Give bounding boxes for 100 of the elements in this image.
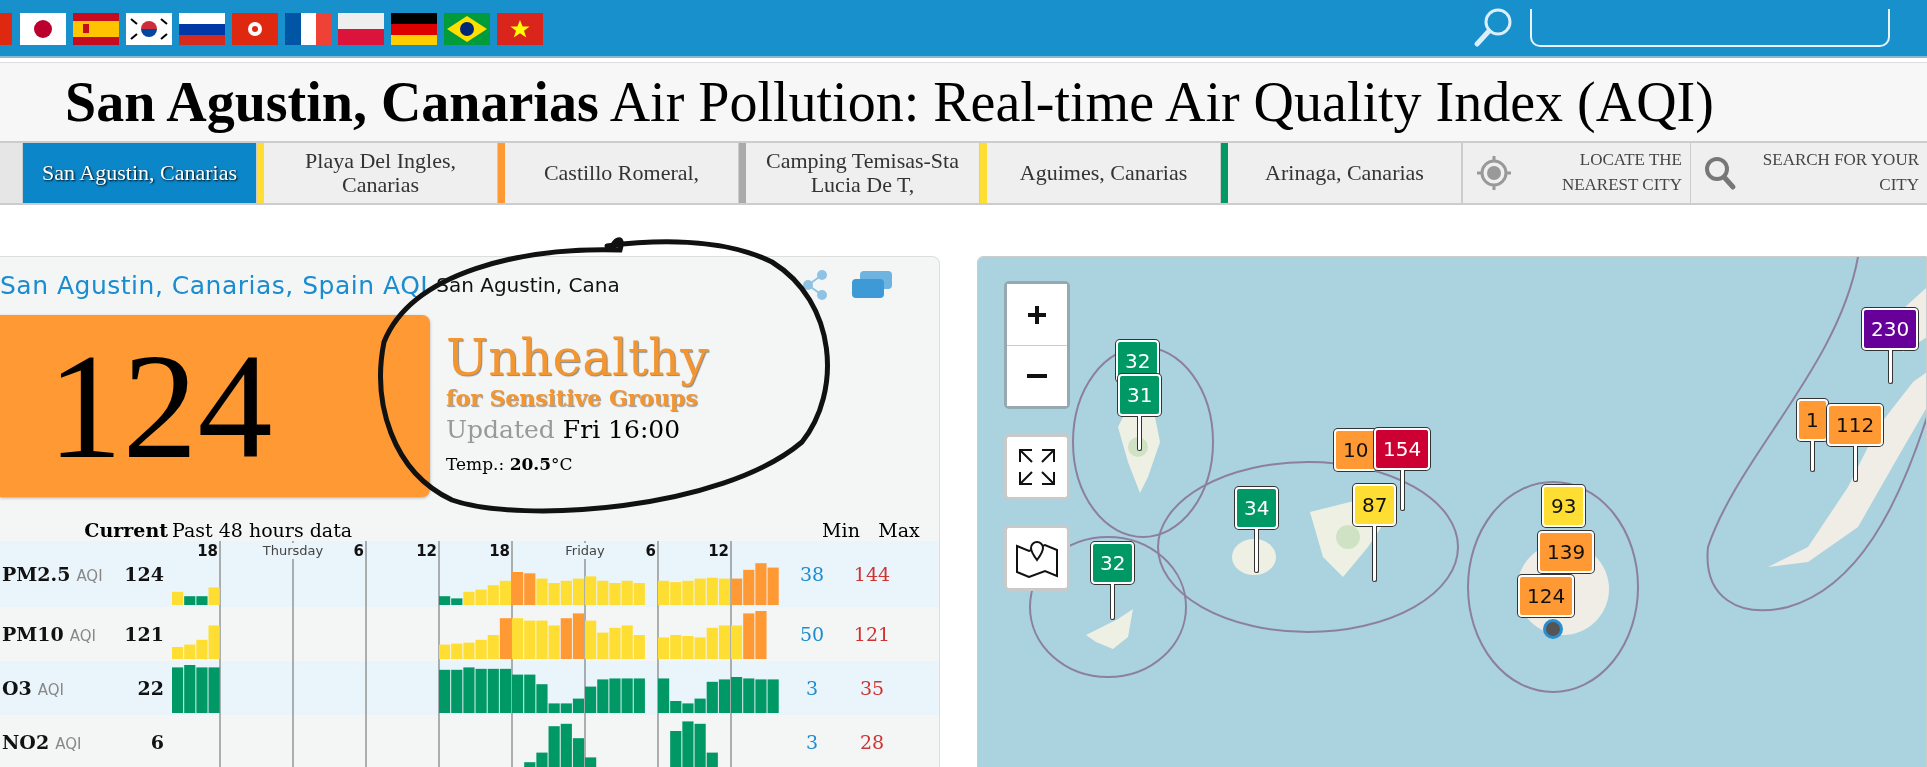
aqi-marker[interactable]: 154 bbox=[1374, 428, 1431, 470]
chart-bar bbox=[743, 613, 755, 659]
flag-icon[interactable] bbox=[20, 13, 66, 45]
chart-bar bbox=[706, 577, 718, 605]
pollutant-name[interactable]: O3 bbox=[2, 677, 32, 699]
city-tab[interactable]: San Agustin, Canarias bbox=[23, 143, 257, 203]
map-layers-button[interactable] bbox=[1004, 525, 1070, 591]
city-tab[interactable]: Camping Temisas-Sta Lucia De T, bbox=[739, 143, 980, 203]
map-pin-icon bbox=[1015, 538, 1059, 578]
aqi-marker[interactable]: 87 bbox=[1353, 484, 1397, 526]
min-value: 50 bbox=[798, 623, 826, 645]
search-icon bbox=[1703, 155, 1737, 191]
minus-icon bbox=[1027, 374, 1047, 378]
marker-pin bbox=[1110, 584, 1116, 620]
chart-bar bbox=[451, 669, 463, 713]
chart-bar bbox=[682, 721, 694, 767]
marker-pin bbox=[1137, 416, 1143, 451]
chart-bar bbox=[451, 643, 463, 659]
aqi-marker[interactable]: 34 bbox=[1235, 487, 1279, 529]
city-tab[interactable]: Aguimes, Canarias bbox=[980, 143, 1221, 203]
chart-bar bbox=[524, 674, 536, 713]
chart-bar bbox=[512, 674, 524, 713]
chart-bar bbox=[172, 647, 184, 659]
min-value: 38 bbox=[798, 563, 826, 585]
aqi-marker[interactable]: 93 bbox=[1542, 485, 1586, 527]
flag-icon[interactable] bbox=[444, 13, 490, 45]
aqi-marker[interactable]: 124 bbox=[1518, 575, 1575, 617]
tick-label: 12 bbox=[708, 543, 729, 559]
pollutant-name[interactable]: PM10 bbox=[2, 623, 64, 645]
chart-bar bbox=[475, 639, 487, 659]
chart-bar bbox=[475, 589, 487, 605]
chart-bar bbox=[609, 583, 621, 605]
chart-bar bbox=[524, 573, 536, 605]
chart-bar bbox=[718, 578, 731, 605]
chart-bar bbox=[718, 679, 731, 713]
aqi-marker[interactable]: 32 bbox=[1091, 542, 1135, 584]
min-value: 3 bbox=[804, 677, 820, 699]
chart-bar bbox=[463, 667, 475, 713]
share-icon[interactable] bbox=[800, 268, 830, 302]
search-field[interactable] bbox=[1530, 9, 1890, 47]
flag-icon[interactable] bbox=[179, 13, 225, 45]
chart-bar bbox=[184, 644, 196, 659]
chart-bar bbox=[767, 679, 779, 713]
marker-pin bbox=[1852, 446, 1858, 482]
chart-bar bbox=[439, 644, 451, 659]
fullscreen-button[interactable] bbox=[1004, 434, 1070, 500]
chart-bar bbox=[658, 637, 670, 659]
nav-action[interactable]: LOCATE THE NEAREST CITY bbox=[1462, 143, 1690, 203]
temperature-text: Temp.: 20.5°C bbox=[446, 454, 574, 474]
pollutant-name[interactable]: PM2.5 bbox=[2, 563, 71, 585]
column-header: Current bbox=[83, 519, 169, 541]
nav-action[interactable]: SEARCH FOR YOUR CITY bbox=[1690, 143, 1927, 203]
tick-label: 6 bbox=[645, 543, 656, 559]
chart-bar bbox=[560, 580, 572, 605]
chart-bar bbox=[670, 582, 682, 605]
current-value: 22 bbox=[137, 677, 165, 699]
page-title: San Agustin, Canarias Air Pollution: Real-time Air Quality Index (AQI) bbox=[65, 71, 1714, 133]
updated-time: Fri 16:00 bbox=[562, 415, 681, 444]
aqi-marker[interactable]: 112 bbox=[1827, 404, 1884, 446]
flag-icon[interactable] bbox=[285, 13, 331, 45]
chart-bar bbox=[718, 625, 731, 659]
chart-bar bbox=[621, 678, 633, 713]
flag-icon[interactable] bbox=[126, 13, 172, 45]
chart-bar bbox=[731, 625, 743, 659]
unit-label: AQI bbox=[37, 681, 64, 699]
aqi-marker[interactable]: 139 bbox=[1538, 531, 1595, 573]
pollutant-name[interactable]: NO2 bbox=[2, 731, 50, 753]
chart-bar bbox=[548, 625, 560, 659]
max-value: 121 bbox=[852, 623, 892, 645]
marker-pin bbox=[1399, 470, 1405, 511]
aqi-marker[interactable]: 230 bbox=[1862, 308, 1919, 350]
current-value: 6 bbox=[150, 731, 165, 753]
chart-bar bbox=[208, 667, 220, 713]
city-tab[interactable]: Playa Del Ingles, Canarias bbox=[257, 143, 498, 203]
chart-bar bbox=[682, 580, 694, 605]
zoom-out-button[interactable] bbox=[1007, 345, 1067, 406]
max-value: 28 bbox=[858, 731, 886, 753]
aqi-marker[interactable]: 1 bbox=[1797, 399, 1828, 441]
chart-bar bbox=[572, 578, 585, 605]
chart-bar bbox=[755, 563, 767, 605]
city-tab[interactable]: Arinaga, Canarias bbox=[1221, 143, 1462, 203]
chart-bar bbox=[172, 667, 184, 713]
chart-bar bbox=[609, 678, 621, 713]
marker-pin bbox=[1372, 526, 1378, 582]
chart-bar bbox=[572, 613, 585, 659]
chart-bar bbox=[633, 635, 645, 659]
target-icon bbox=[1475, 154, 1513, 192]
max-value: 144 bbox=[852, 563, 892, 585]
city-tab[interactable]: Castillo Romeral, bbox=[498, 143, 739, 203]
marker-pin bbox=[1809, 441, 1815, 472]
chat-icon[interactable] bbox=[850, 270, 894, 300]
chart-bar bbox=[670, 635, 682, 659]
aqi-marker[interactable]: 31 bbox=[1118, 374, 1162, 416]
chart-bar bbox=[597, 580, 609, 605]
chart-bar bbox=[560, 618, 572, 659]
search-icon[interactable] bbox=[1472, 6, 1514, 50]
chart-bar bbox=[487, 668, 499, 713]
current-value: 124 bbox=[124, 563, 165, 585]
chart-bar bbox=[499, 668, 512, 713]
flag-icon[interactable] bbox=[391, 13, 437, 45]
